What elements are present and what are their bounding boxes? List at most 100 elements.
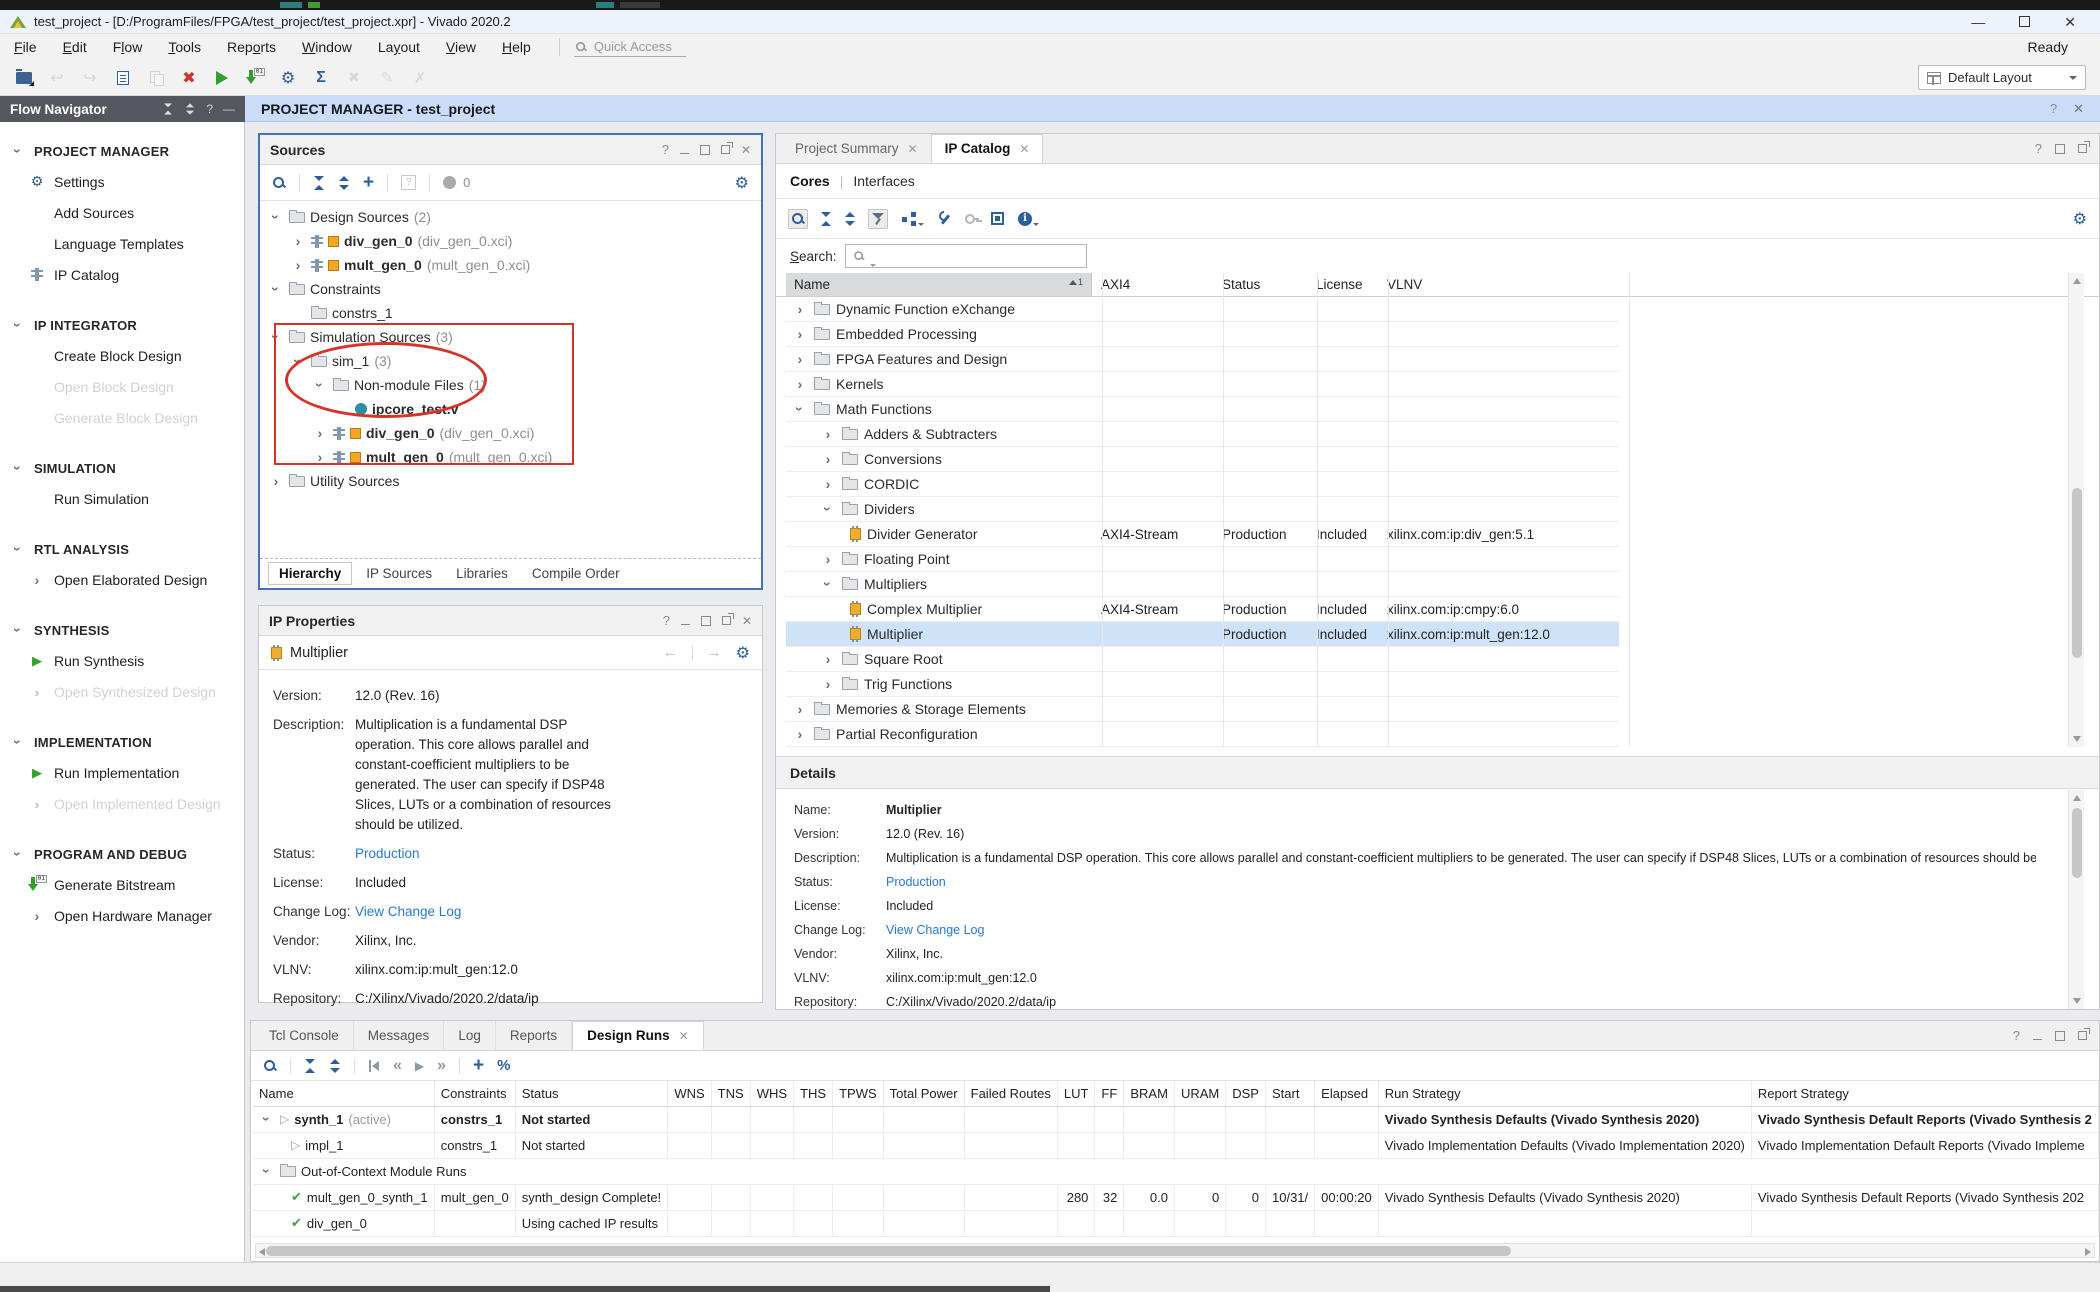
flownav-item-generate-bitstream[interactable]: 01Generate Bitstream [0,869,244,900]
help-icon[interactable]: ? [2050,101,2057,117]
expand-icon[interactable] [794,376,808,392]
catalog-row[interactable]: Memories & Storage Elements [786,697,1619,722]
flownav-item-run-simulation[interactable]: Run Simulation [0,483,244,514]
catalog-row[interactable]: Conversions [786,447,1619,472]
property-value[interactable]: Production [886,873,946,892]
menu-reports[interactable]: Reports [227,39,276,55]
tree-row[interactable]: mult_gen_0 (mult_gen_0.xci) [260,253,761,277]
open-recent-icon[interactable] [14,68,34,88]
tree-row[interactable]: Non-module Files (1) [260,373,761,397]
catalog-row[interactable]: Complex MultiplierAXI4-StreamProductionI… [786,597,1619,622]
expand-all-icon[interactable] [844,212,856,226]
catalog-row[interactable]: Multipliers [786,572,1619,597]
column-header-tns[interactable]: TNS [711,1081,750,1106]
back-icon[interactable] [663,644,678,661]
table-row[interactable]: Out-of-Context Module Runs [253,1158,2099,1184]
help-icon[interactable]: ? [206,102,213,116]
expand-icon[interactable] [268,283,284,295]
forward-icon[interactable] [707,644,722,661]
help-icon[interactable]: ? [663,613,670,628]
float-icon[interactable] [2078,144,2087,153]
add-sources-icon[interactable] [363,176,374,190]
minimize-icon[interactable] [2033,1039,2042,1040]
menu-tools[interactable]: Tools [168,39,201,55]
expand-icon[interactable] [822,476,836,492]
flownav-item-run-implementation[interactable]: Run Implementation [0,757,244,788]
flownav-item-open-elaborated-design[interactable]: Open Elaborated Design [0,564,244,595]
expand-icon[interactable] [822,551,836,567]
catalog-row[interactable]: Kernels [786,372,1619,397]
flownav-item-ip-catalog[interactable]: IP Catalog [0,259,244,290]
float-icon[interactable] [721,145,730,154]
flow-section-header[interactable]: SIMULATION [0,453,244,483]
flow-section-header[interactable]: IMPLEMENTATION [0,727,244,757]
go-to-start-icon[interactable] [368,1060,380,1072]
quick-access-input[interactable]: Quick Access [574,37,686,57]
minimize-icon[interactable] [680,153,689,154]
menu-view[interactable]: View [446,39,476,55]
column-header-ff[interactable]: FF [1095,1081,1124,1106]
tree-row[interactable]: div_gen_0 (div_gen_0.xci) [260,421,761,445]
bottom-tab-messages[interactable]: Messages [354,1021,445,1050]
menu-flow[interactable]: Flow [113,39,143,55]
help-icon[interactable]: ? [2013,1028,2020,1043]
property-value[interactable]: View Change Log [886,921,984,940]
expand-icon[interactable] [312,427,328,439]
subtab-interfaces[interactable]: Interfaces [853,173,914,189]
collapse-all-icon[interactable] [313,176,325,190]
catalog-scrollbar[interactable] [2068,273,2084,747]
column-header-constraints[interactable]: Constraints [434,1081,515,1106]
gear-icon[interactable] [736,643,750,663]
generate-bitstream-icon[interactable]: 01 [245,68,265,88]
column-header-bram[interactable]: BRAM [1124,1081,1175,1106]
close-icon[interactable]: ✕ [742,615,752,627]
step-forward-icon[interactable] [437,1057,446,1075]
column-header-ths[interactable]: THS [794,1081,833,1106]
maximize-button[interactable] [2019,16,2030,27]
catalog-row[interactable]: MultiplierProductionIncludedxilinx.com:i… [786,622,1619,647]
run-icon[interactable] [415,1059,424,1073]
column-header-dsp[interactable]: DSP [1226,1081,1266,1106]
close-button[interactable]: ✕ [2064,15,2076,29]
flow-section-header[interactable]: SYNTHESIS [0,615,244,645]
catalog-row[interactable]: Dynamic Function eXchange [786,297,1619,322]
tree-row[interactable]: Simulation Sources (3) [260,325,761,349]
column-header-wns[interactable]: WNS [668,1081,711,1106]
expand-icon[interactable] [268,331,284,343]
collapse-all-icon[interactable] [304,1059,316,1073]
bottom-tab-tcl-console[interactable]: Tcl Console [255,1021,354,1050]
expand-icon[interactable] [794,701,808,717]
tree-row[interactable]: ipcore_test.v [260,397,761,421]
editor-tab-ip-catalog[interactable]: IP Catalog✕ [931,134,1044,163]
report-icon[interactable] [113,68,133,88]
bottom-tab-log[interactable]: Log [444,1021,496,1050]
expand-icon[interactable] [822,451,836,467]
flownav-item-create-block-design[interactable]: Create Block Design [0,340,244,371]
info-icon[interactable] [1016,210,1041,228]
expand-icon[interactable] [822,676,836,692]
report-utilization-icon[interactable] [311,68,331,88]
column-header-failed-routes[interactable]: Failed Routes [964,1081,1057,1106]
menu-help[interactable]: Help [502,39,531,55]
expand-icon[interactable] [290,355,306,367]
catalog-row[interactable]: FPGA Features and Design [786,347,1619,372]
sources-tab-ip-sources[interactable]: IP Sources [356,563,442,584]
expand-icon[interactable] [794,726,808,742]
flow-section-header[interactable]: PROGRAM AND DEBUG [0,839,244,869]
search-icon[interactable] [788,209,808,229]
maximize-icon[interactable] [2055,1031,2065,1041]
expand-icon[interactable] [268,211,284,223]
layout-selector[interactable]: Default Layout [1918,65,2086,90]
bottom-tab-design-runs[interactable]: Design Runs✕ [572,1021,704,1050]
catalog-row[interactable]: Trig Functions [786,672,1619,697]
group-by-icon[interactable] [900,210,926,228]
customize-icon[interactable] [938,212,952,226]
horizontal-scrollbar[interactable] [255,1243,2095,1258]
column-header-uram[interactable]: URAM [1174,1081,1225,1106]
close-tab-icon[interactable]: ✕ [679,1029,689,1043]
tree-row[interactable]: Constraints [260,277,761,301]
catalog-row[interactable]: Floating Point [786,547,1619,572]
flownav-item-open-hardware-manager[interactable]: Open Hardware Manager [0,900,244,931]
close-icon[interactable]: ✕ [741,144,751,156]
flow-section-header[interactable]: RTL ANALYSIS [0,534,244,564]
